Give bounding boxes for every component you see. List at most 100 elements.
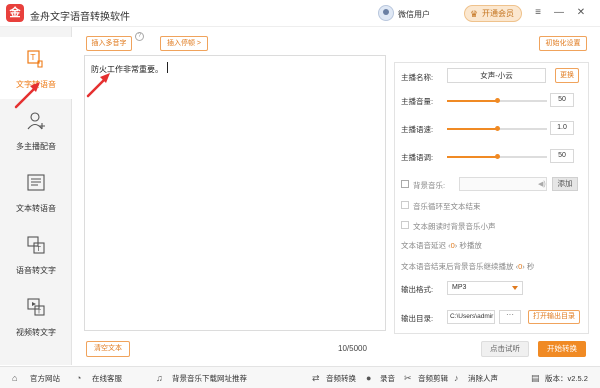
- chat-icon: ◔: [76, 373, 82, 383]
- sidebar-item-document-speech[interactable]: 文本转语音: [0, 161, 72, 223]
- bottom-link-record[interactable]: 录音: [380, 373, 395, 384]
- sidebar-item-label: 多主播配音: [16, 142, 56, 151]
- speed-label: 主播语速:: [401, 125, 434, 134]
- volume-slider[interactable]: [447, 98, 547, 103]
- volume-label: 主播音量:: [401, 97, 434, 106]
- pitch-value[interactable]: 50: [550, 149, 574, 163]
- vip-label: 开通会员: [482, 9, 514, 18]
- browse-dir-button[interactable]: ···: [499, 310, 521, 324]
- bgm-checkbox[interactable]: [401, 180, 409, 188]
- lower-bgm-checkbox[interactable]: [401, 221, 409, 229]
- format-label: 输出格式:: [401, 285, 434, 294]
- sidebar-item-multi-speaker[interactable]: 多主播配音: [0, 99, 72, 161]
- lower-bgm-label: 文本朗读时背景音乐小声: [413, 222, 496, 231]
- app-title: 金舟文字语音转换软件: [30, 12, 130, 23]
- after-suffix: 秒: [526, 262, 535, 271]
- insert-polyphone-button[interactable]: 插入多音字: [86, 36, 132, 51]
- user-avatar[interactable]: [378, 5, 394, 21]
- vip-button[interactable]: ♛ 开通会员: [464, 5, 522, 22]
- speech-to-text-icon: T: [27, 236, 45, 254]
- text-caret: [167, 62, 168, 73]
- pitch-label: 主播语调:: [401, 153, 434, 162]
- bottom-link-website[interactable]: 官方网站: [30, 373, 60, 384]
- char-count: 10/5000: [338, 344, 367, 353]
- sidebar-item-label: 语音转文字: [16, 266, 56, 275]
- minimize-icon[interactable]: —: [552, 6, 566, 20]
- output-dir-field[interactable]: C:\Users\admir: [447, 310, 495, 324]
- speed-slider-knob[interactable]: [494, 126, 500, 131]
- after-setting: 文本语音结束后背景音乐继续播放 ‹0› 秒: [401, 262, 535, 271]
- anchor-name-field: 女声-小云: [447, 68, 546, 83]
- loop-checkbox[interactable]: [401, 201, 409, 209]
- insert-pause-button[interactable]: 插入停顿 >: [160, 36, 208, 51]
- volume-icon: ◀): [538, 181, 546, 188]
- pitch-slider-knob[interactable]: [494, 154, 500, 159]
- anchor-name-label: 主播名称:: [401, 73, 434, 82]
- text-editor[interactable]: 防火工作非常重要。: [84, 55, 386, 331]
- loop-label: 音乐循环至文本结束: [413, 202, 481, 211]
- pitch-slider-fill: [447, 156, 497, 158]
- crown-icon: ♛: [470, 9, 479, 19]
- bgm-label: 背景音乐:: [413, 181, 446, 190]
- audio-edit-icon: ✂: [404, 373, 412, 383]
- settings-panel: 主播名称: 女声-小云 更换 主播音量: 50 主播语速: 1.0 主播语调: …: [394, 62, 589, 334]
- svg-text:T: T: [36, 308, 41, 316]
- open-output-dir-button[interactable]: 打开输出目录: [528, 310, 580, 324]
- bottom-link-audio-edit[interactable]: 音频剪辑: [418, 373, 448, 384]
- menu-icon[interactable]: ≡: [531, 6, 545, 20]
- svg-text:T: T: [36, 245, 42, 253]
- remove-vocal-icon: ♪: [454, 373, 459, 383]
- preview-button[interactable]: 点击试听: [481, 341, 529, 357]
- sidebar-item-label: 文本转语音: [16, 204, 56, 213]
- sidebar-item-video-to-text[interactable]: T 视频转文字: [0, 285, 72, 347]
- volume-value[interactable]: 50: [550, 93, 574, 107]
- start-convert-button[interactable]: 开始转换: [538, 341, 586, 357]
- bottom-link-remove-vocal[interactable]: 消除人声: [468, 373, 498, 384]
- bottom-bar: ⌂ 官方网站 ◔ 在线客服 ♫ 背景音乐下载网址推荐 ⇄ 音频转换 ● 录音 ✂…: [0, 366, 600, 388]
- bottom-link-bgm[interactable]: 背景音乐下载网址推荐: [172, 373, 247, 384]
- chevron-down-icon: [512, 286, 518, 290]
- help-icon[interactable]: ?: [135, 32, 144, 41]
- home-icon: ⌂: [12, 373, 18, 383]
- editor-text: 防火工作非常重要。: [91, 65, 163, 74]
- speed-value[interactable]: 1.0: [550, 121, 574, 135]
- init-settings-button[interactable]: 初始化设置: [539, 36, 587, 51]
- title-bar: 金 金舟文字语音转换软件 微信用户 ♛ 开通会员 ≡ — ✕: [0, 0, 600, 27]
- bottom-link-audio-convert[interactable]: 音频转换: [326, 373, 356, 384]
- sidebar-item-label: 视频转文字: [16, 328, 56, 337]
- video-to-text-icon: T: [27, 298, 45, 316]
- sidebar-item-label: 文字转语音: [16, 80, 56, 89]
- delay-suffix: 秒播放: [459, 241, 482, 250]
- volume-slider-fill: [447, 100, 497, 102]
- bgm-input: [459, 177, 547, 191]
- format-select[interactable]: MP3: [447, 281, 523, 295]
- speed-slider[interactable]: [447, 126, 547, 131]
- volume-slider-knob[interactable]: [494, 98, 500, 103]
- multi-speaker-icon: [27, 112, 45, 130]
- version-icon: ▤: [531, 373, 540, 383]
- text-to-speech-icon: T: [27, 50, 43, 68]
- document-speech-icon: [27, 174, 45, 191]
- clear-text-button[interactable]: 清空文本: [86, 341, 130, 357]
- sidebar-item-text-to-speech[interactable]: T 文字转语音: [0, 37, 72, 99]
- close-icon[interactable]: ✕: [574, 6, 588, 20]
- speed-slider-fill: [447, 128, 497, 130]
- user-name[interactable]: 微信用户: [398, 9, 430, 20]
- pitch-slider[interactable]: [447, 154, 547, 159]
- add-bgm-button[interactable]: 添加: [552, 177, 578, 191]
- sidebar: T 文字转语音 多主播配音 文本转语音 T 语音转文字 T 视频转文字: [0, 27, 72, 365]
- music-icon: ♫: [156, 373, 163, 383]
- format-value: MP3: [452, 284, 467, 291]
- app-logo-icon: 金: [6, 4, 24, 22]
- after-prefix: 文本语音结束后背景音乐继续播放: [401, 262, 514, 271]
- record-icon: ●: [366, 373, 372, 383]
- audio-convert-icon: ⇄: [312, 373, 320, 383]
- delay-setting: 文本语音延迟 ‹0› 秒播放: [401, 241, 482, 250]
- version-label: 版本：v2.5.2: [545, 374, 588, 383]
- change-anchor-button[interactable]: 更换: [555, 68, 579, 83]
- bottom-link-support[interactable]: 在线客服: [92, 373, 122, 384]
- dir-label: 输出目录:: [401, 314, 434, 323]
- delay-prefix: 文本语音延迟: [401, 241, 446, 250]
- sidebar-item-speech-to-text[interactable]: T 语音转文字: [0, 223, 72, 285]
- svg-text:T: T: [30, 53, 36, 62]
